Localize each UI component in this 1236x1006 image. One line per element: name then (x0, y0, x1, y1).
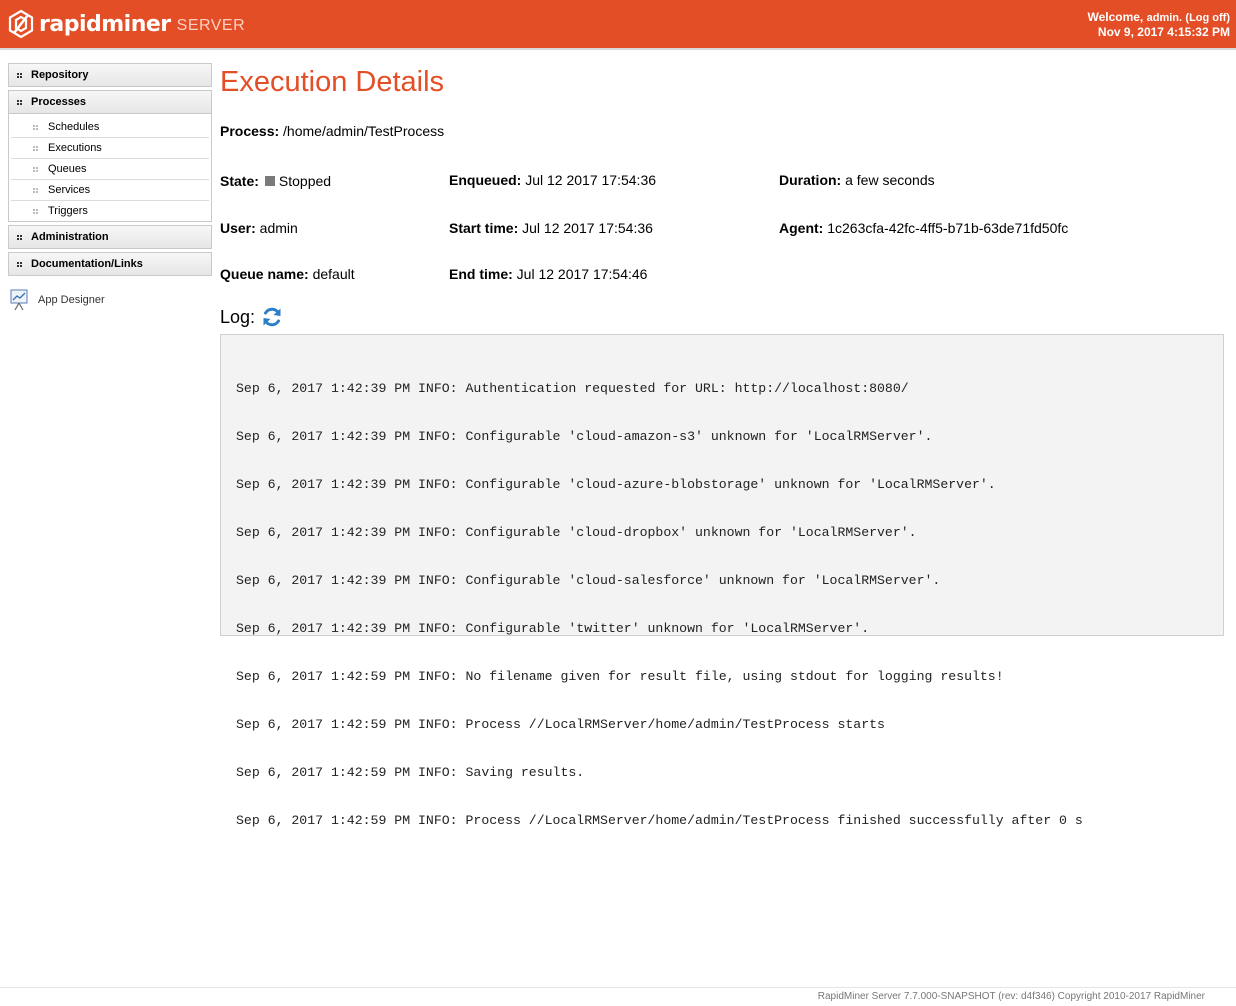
grip-icon (33, 205, 38, 217)
grip-icon (17, 261, 22, 267)
log-line: Sep 6, 2017 1:42:39 PM INFO: Authenticat… (236, 381, 909, 396)
grip-icon (17, 234, 22, 240)
log-line: Sep 6, 2017 1:42:39 PM INFO: Configurabl… (236, 477, 996, 492)
processes-submenu: Schedules Executions Queues Services Tri… (8, 114, 212, 222)
state-value: Stopped (278, 173, 332, 189)
rapidminer-logo[interactable]: rapidminer SERVER (8, 8, 245, 40)
sidebar-item-queues[interactable]: Queues (11, 159, 209, 180)
enqueued-label: Enqueued: (449, 172, 522, 188)
agent-label: Agent: (779, 220, 824, 236)
process-value: /home/admin/TestProcess (279, 123, 445, 139)
process-label: Process: (220, 123, 280, 139)
sidebar-item-documentation[interactable]: Documentation/Links (8, 252, 212, 276)
sidebar-item-label: Processes (31, 96, 87, 108)
user-field: User: admin (220, 220, 298, 236)
grip-icon (33, 121, 38, 133)
user-info: Welcome, admin. (Log off) Nov 9, 2017 4:… (1087, 10, 1230, 39)
log-line: Sep 6, 2017 1:42:39 PM INFO: Configurabl… (236, 429, 933, 444)
start-time-field: Start time: Jul 12 2017 17:54:36 (449, 220, 653, 236)
agent-value: 1c263cfa-42fc-4ff5-b71b-63de71fd50fc (823, 220, 1069, 236)
log-line: Sep 6, 2017 1:42:59 PM INFO: Process //L… (236, 717, 885, 732)
log-lines: Sep 6, 2017 1:42:39 PM INFO: Authenticat… (236, 349, 1223, 861)
sidebar-item-processes[interactable]: Processes (8, 90, 212, 114)
queue-name-value: default (308, 266, 355, 282)
app-designer-label: App Designer (38, 294, 105, 306)
end-time-field: End time: Jul 12 2017 17:54:46 (449, 266, 647, 282)
sidebar-item-triggers[interactable]: Triggers (11, 201, 209, 221)
welcome-text: Welcome, (1087, 10, 1147, 24)
user-link[interactable]: admin. (1147, 12, 1182, 24)
grip-icon (17, 99, 22, 105)
duration-value: a few seconds (841, 172, 935, 188)
log-header: Log: (220, 306, 283, 328)
start-time-label: Start time: (449, 220, 519, 236)
log-label: Log: (220, 306, 256, 327)
footer: RapidMiner Server 7.7.000-SNAPSHOT (rev:… (0, 987, 1236, 1002)
sidebar-item-repository[interactable]: Repository (8, 63, 212, 87)
top-header: rapidminer SERVER Welcome, admin. (Log o… (0, 0, 1236, 50)
sidebar-nav: Repository Processes Schedules Execution… (8, 63, 212, 279)
queue-name-label: Queue name: (220, 266, 309, 282)
current-datetime: Nov 9, 2017 4:15:32 PM (1097, 25, 1230, 39)
state-field: State: Stopped (220, 173, 331, 189)
user-value: admin (255, 220, 298, 236)
stopped-status-icon (264, 176, 275, 186)
log-line: Sep 6, 2017 1:42:39 PM INFO: Configurabl… (236, 621, 870, 636)
sidebar-item-label: Executions (48, 142, 102, 154)
start-time-value: Jul 12 2017 17:54:36 (518, 220, 653, 236)
enqueued-field: Enqueued: Jul 12 2017 17:54:36 (449, 172, 656, 188)
user-label: User: (220, 220, 256, 236)
queue-name-field: Queue name: default (220, 266, 355, 282)
log-line: Sep 6, 2017 1:42:59 PM INFO: No filename… (236, 669, 1004, 684)
page-title: Execution Details (220, 66, 445, 98)
logo-text: rapidminer (39, 11, 171, 37)
logoff-link[interactable]: (Log off) (1185, 12, 1230, 24)
sidebar-item-label: Documentation/Links (31, 258, 143, 270)
enqueued-value: Jul 12 2017 17:54:36 (521, 172, 657, 188)
grip-icon (17, 72, 22, 78)
log-line: Sep 6, 2017 1:42:59 PM INFO: Process //L… (236, 813, 1083, 828)
sidebar-item-label: Services (48, 184, 91, 196)
sidebar-item-label: Schedules (48, 121, 100, 133)
footer-copyright: RapidMiner Server 7.7.000-SNAPSHOT (rev:… (817, 991, 1205, 1002)
log-line: Sep 6, 2017 1:42:39 PM INFO: Configurabl… (236, 573, 941, 588)
agent-field: Agent: 1c263cfa-42fc-4ff5-b71b-63de71fd5… (779, 220, 1068, 236)
sidebar-item-label: Repository (31, 69, 89, 81)
state-label: State: (220, 173, 259, 189)
grip-icon (33, 163, 38, 175)
sidebar-item-executions[interactable]: Executions (11, 138, 209, 159)
end-time-value: Jul 12 2017 17:54:46 (512, 266, 648, 282)
app-designer-icon (10, 289, 28, 311)
sidebar-item-schedules[interactable]: Schedules (11, 117, 209, 138)
grip-icon (33, 184, 38, 196)
log-line: Sep 6, 2017 1:42:39 PM INFO: Configurabl… (236, 525, 917, 540)
main-content: Execution Details Process: /home/admin/T… (220, 62, 1224, 828)
sidebar-item-label: Queues (48, 163, 87, 175)
log-line: Sep 6, 2017 1:42:59 PM INFO: Saving resu… (236, 765, 585, 780)
app-designer-link[interactable]: App Designer (10, 289, 105, 311)
sidebar-item-administration[interactable]: Administration (8, 225, 212, 249)
refresh-icon[interactable] (261, 306, 283, 328)
duration-field: Duration: a few seconds (779, 172, 935, 188)
duration-label: Duration: (779, 172, 842, 188)
logo-subtitle: SERVER (176, 16, 246, 34)
process-path: Process: /home/admin/TestProcess (220, 123, 444, 139)
grip-icon (33, 142, 38, 154)
log-output[interactable]: Sep 6, 2017 1:42:39 PM INFO: Authenticat… (220, 334, 1224, 828)
sidebar-item-label: Triggers (48, 205, 88, 217)
sidebar-item-services[interactable]: Services (11, 180, 209, 201)
sidebar-item-label: Administration (31, 231, 109, 243)
rapidminer-logo-icon (8, 9, 34, 39)
end-time-label: End time: (449, 266, 513, 282)
